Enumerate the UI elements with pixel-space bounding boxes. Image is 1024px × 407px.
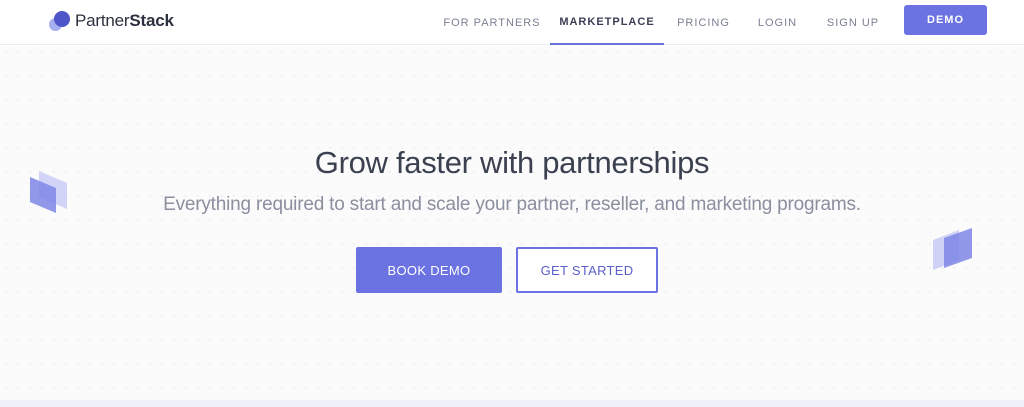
logo-wordmark-light: Partner xyxy=(75,11,130,30)
logo-circles-icon xyxy=(49,10,71,32)
partnerstack-logo[interactable]: Partner Stack xyxy=(49,9,174,33)
demo-button[interactable]: DEMO xyxy=(904,5,987,35)
nav-for-partners[interactable]: FOR PARTNERS xyxy=(437,0,547,45)
nav-sign-up[interactable]: SIGN UP xyxy=(818,0,888,45)
top-navigation-bar: Partner Stack FOR PARTNERS MARKETPLACE PR… xyxy=(0,0,1024,45)
nav-marketplace[interactable]: MARKETPLACE xyxy=(550,0,664,45)
book-demo-button[interactable]: BOOK DEMO xyxy=(356,247,502,293)
hero-section: Grow faster with partnerships Everything… xyxy=(0,46,1024,400)
decorative-parallelogram-icon xyxy=(933,228,972,270)
nav-pricing[interactable]: PRICING xyxy=(670,0,737,45)
logo-wordmark-bold: Stack xyxy=(129,11,174,30)
logo-wordmark: Partner Stack xyxy=(75,11,174,31)
get-started-button[interactable]: GET STARTED xyxy=(516,247,658,293)
next-section-edge xyxy=(0,400,1024,407)
nav-login[interactable]: LOGIN xyxy=(749,0,806,45)
hero-subheadline: Everything required to start and scale y… xyxy=(163,194,861,215)
hero-headline: Grow faster with partnerships xyxy=(314,145,710,180)
